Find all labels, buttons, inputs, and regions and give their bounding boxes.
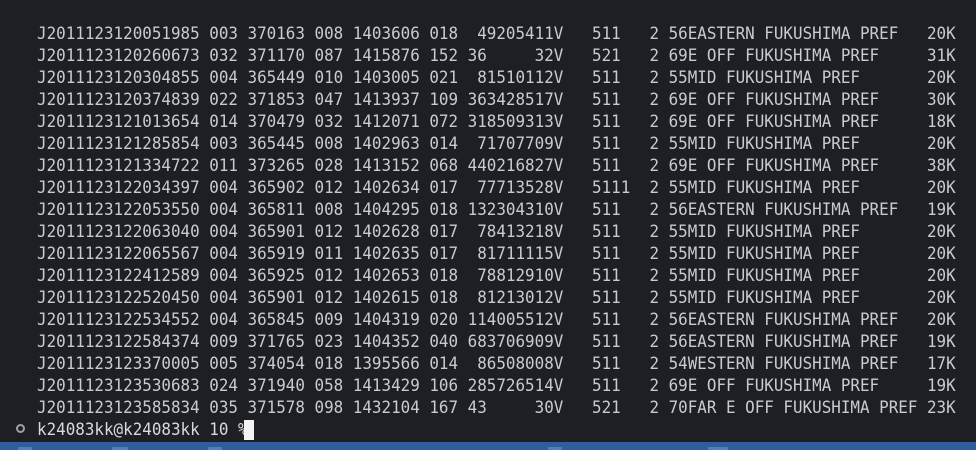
prompt-mark-icon — [16, 424, 25, 433]
output-line: J2011123122534552 004 365845 009 1404319… — [37, 310, 956, 330]
terminal-output: J2011123120051985 003 370163 008 1403606… — [37, 23, 976, 419]
output-line: J2011123121334722 011 373265 028 1413152… — [37, 156, 956, 176]
output-line: J2011123120374839 022 371853 047 1413937… — [37, 90, 956, 110]
text-cursor — [244, 420, 254, 440]
output-line: J2011123121285854 003 365445 008 1402963… — [37, 134, 956, 154]
output-line: J2011123122065567 004 365919 011 1402635… — [37, 244, 956, 264]
output-line: J2011123122412589 004 365925 012 1402653… — [37, 266, 956, 286]
output-line: J2011123122034397 004 365902 012 1402634… — [37, 178, 956, 198]
output-line: J2011123120304855 004 365449 010 1403005… — [37, 68, 956, 88]
output-line: J2011123123370005 005 374054 018 1395566… — [37, 354, 956, 374]
terminal-window[interactable]: J2011123120051985 003 370163 008 1403606… — [0, 0, 976, 450]
output-line: J2011123122053550 004 365811 008 1404295… — [37, 200, 956, 220]
output-line: J2011123120260673 032 371170 087 1415876… — [37, 46, 956, 66]
output-line: J2011123122584374 009 371765 023 1404352… — [37, 332, 956, 352]
command-prompt-row[interactable]: k24083kk@k24083kk 10 % — [0, 419, 976, 441]
output-line: J2011123122520450 004 365901 012 1402615… — [37, 288, 956, 308]
shell-prompt: k24083kk@k24083kk 10 % — [37, 420, 258, 440]
output-line: J2011123121013654 014 370479 032 1412071… — [37, 112, 956, 132]
output-line: J2011123122063040 004 365901 012 1402628… — [37, 222, 956, 242]
taskbar-edge — [0, 442, 976, 450]
output-line: J2011123123585834 035 371578 098 1432104… — [37, 398, 956, 418]
output-line: J2011123120051985 003 370163 008 1403606… — [37, 24, 956, 44]
output-line: J2011123123530683 024 371940 058 1413429… — [37, 376, 956, 396]
